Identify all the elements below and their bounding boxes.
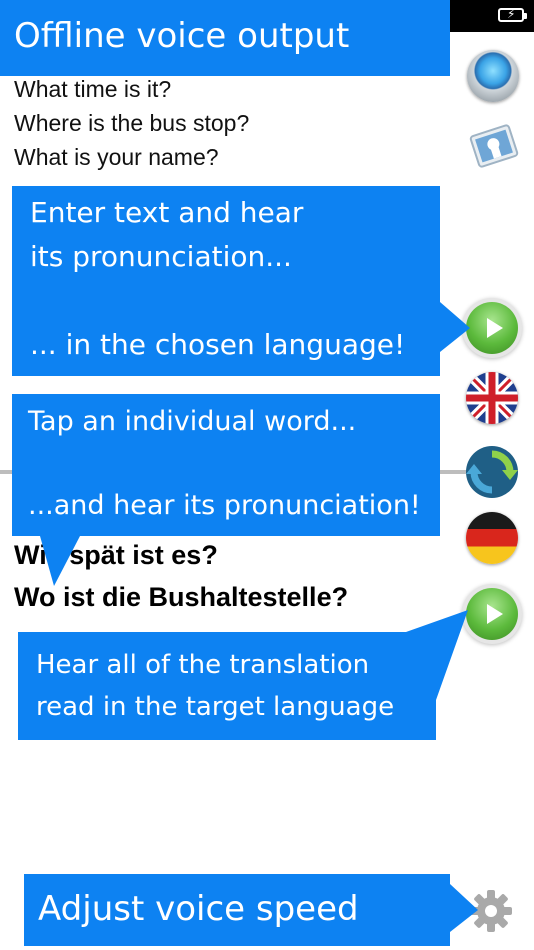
title-callout: Offline voice output xyxy=(0,0,450,76)
callout-text: its pronunciation... xyxy=(30,240,292,273)
callout-text: read in the target language xyxy=(36,692,395,722)
callout-text: Hear all of the translation xyxy=(36,650,370,680)
pointer-play-source xyxy=(440,302,470,352)
enter-text-callout: Enter text and hear its pronunciation...… xyxy=(12,186,440,376)
pointer-tap-word xyxy=(40,536,80,586)
hear-translation-callout: Hear all of the translation read in the … xyxy=(18,632,436,740)
callout-text: Enter text and hear xyxy=(30,196,304,229)
voice-speed-callout: Adjust voice speed xyxy=(24,874,450,946)
callout-text: ...and hear its pronunciation! xyxy=(28,490,421,521)
tap-word-callout: Tap an individual word... ...and hear it… xyxy=(12,394,440,536)
callout-text: Tap an individual word... xyxy=(28,406,357,437)
pointer-speed xyxy=(450,884,478,932)
callout-text: ... in the chosen language! xyxy=(30,328,406,361)
